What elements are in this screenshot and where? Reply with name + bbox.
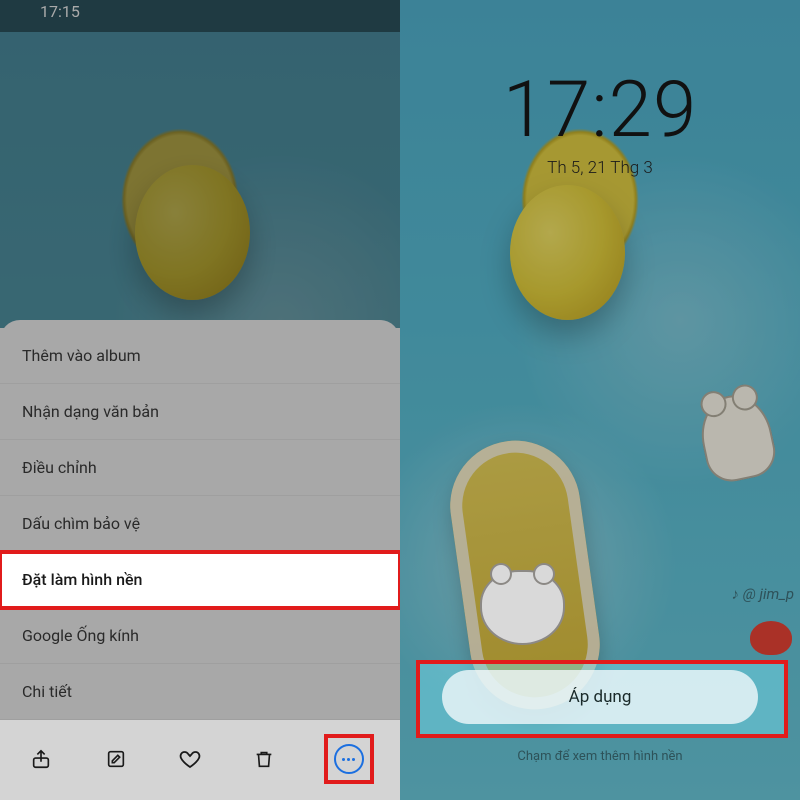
- menu-set-wallpaper[interactable]: Đặt làm hình nền: [0, 552, 400, 608]
- lock-screen-clock: 17:29 Th 5, 21 Thg 3: [400, 65, 800, 178]
- floating-character-2: [480, 570, 565, 645]
- trash-icon[interactable]: [251, 746, 277, 772]
- action-sheet: Thêm vào album Nhận dạng văn bản Điều ch…: [0, 320, 400, 800]
- apply-button[interactable]: Áp dụng: [442, 670, 758, 724]
- status-bar: 17:15: [0, 0, 400, 32]
- menu-text-recognition[interactable]: Nhận dạng văn bản: [0, 384, 400, 440]
- share-icon[interactable]: [28, 746, 54, 772]
- right-screenshot: 17:29 Th 5, 21 Thg 3 ♪ @ jim_p Áp dụng C…: [400, 0, 800, 800]
- wallpaper-hint[interactable]: Chạm để xem thêm hình nền: [400, 749, 800, 764]
- lock-time: 17:29: [400, 65, 800, 156]
- left-screenshot: 17:15 Thêm vào album Nhận dạng văn bản Đ…: [0, 0, 400, 800]
- yellow-ball: [135, 165, 250, 300]
- apply-label: Áp dụng: [569, 687, 632, 707]
- menu-details[interactable]: Chi tiết: [0, 664, 400, 720]
- floating-character-3: [750, 621, 792, 655]
- menu-add-to-album[interactable]: Thêm vào album: [0, 328, 400, 384]
- heart-icon[interactable]: [177, 746, 203, 772]
- bottom-toolbar: [0, 720, 400, 800]
- menu-watermark[interactable]: Dấu chìm bảo vệ: [0, 496, 400, 552]
- more-icon[interactable]: [334, 744, 364, 774]
- yellow-ball: [510, 185, 625, 320]
- tiktok-watermark: ♪ @ jim_p: [732, 585, 794, 603]
- more-button-highlight: [326, 736, 372, 782]
- edit-icon[interactable]: [103, 746, 129, 772]
- menu-adjust[interactable]: Điều chỉnh: [0, 440, 400, 496]
- menu-google-lens[interactable]: Google Ống kính: [0, 608, 400, 664]
- lock-date: Th 5, 21 Thg 3: [400, 158, 800, 178]
- status-time: 17:15: [40, 2, 80, 21]
